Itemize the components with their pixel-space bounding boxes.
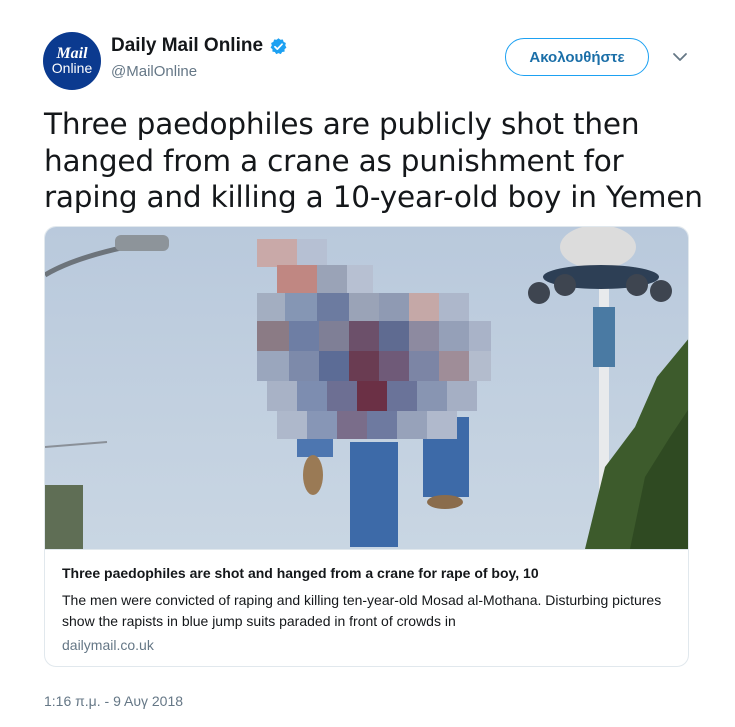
author-name-row: Daily Mail Online xyxy=(111,35,288,57)
follow-button[interactable]: Ακολουθήστε xyxy=(505,38,649,76)
display-name[interactable]: Daily Mail Online xyxy=(111,35,263,57)
verified-badge-icon xyxy=(270,37,287,54)
chevron-down-icon[interactable] xyxy=(671,50,689,64)
tweet: Mail Online Daily Mail Online @MailOnlin… xyxy=(0,0,735,727)
card-description: The men were convicted of raping and kil… xyxy=(62,592,662,629)
tweet-timestamp[interactable]: 1:16 π.μ. - 9 Αυγ 2018 xyxy=(44,693,183,709)
card-body: Three paedophiles are shot and hanged fr… xyxy=(45,549,688,666)
link-card[interactable]: Three paedophiles are shot and hanged fr… xyxy=(44,226,689,667)
handle[interactable]: @MailOnline xyxy=(111,63,197,80)
avatar-line2: Online xyxy=(51,60,93,76)
card-image[interactable] xyxy=(45,227,689,549)
card-title[interactable]: Three paedophiles are shot and hanged fr… xyxy=(62,565,539,581)
avatar[interactable]: Mail Online xyxy=(43,32,101,90)
tweet-text: Three paedophiles are publicly shot then… xyxy=(44,107,703,214)
avatar-line1: Mail xyxy=(56,45,88,62)
card-domain[interactable]: dailymail.co.uk xyxy=(62,637,154,653)
